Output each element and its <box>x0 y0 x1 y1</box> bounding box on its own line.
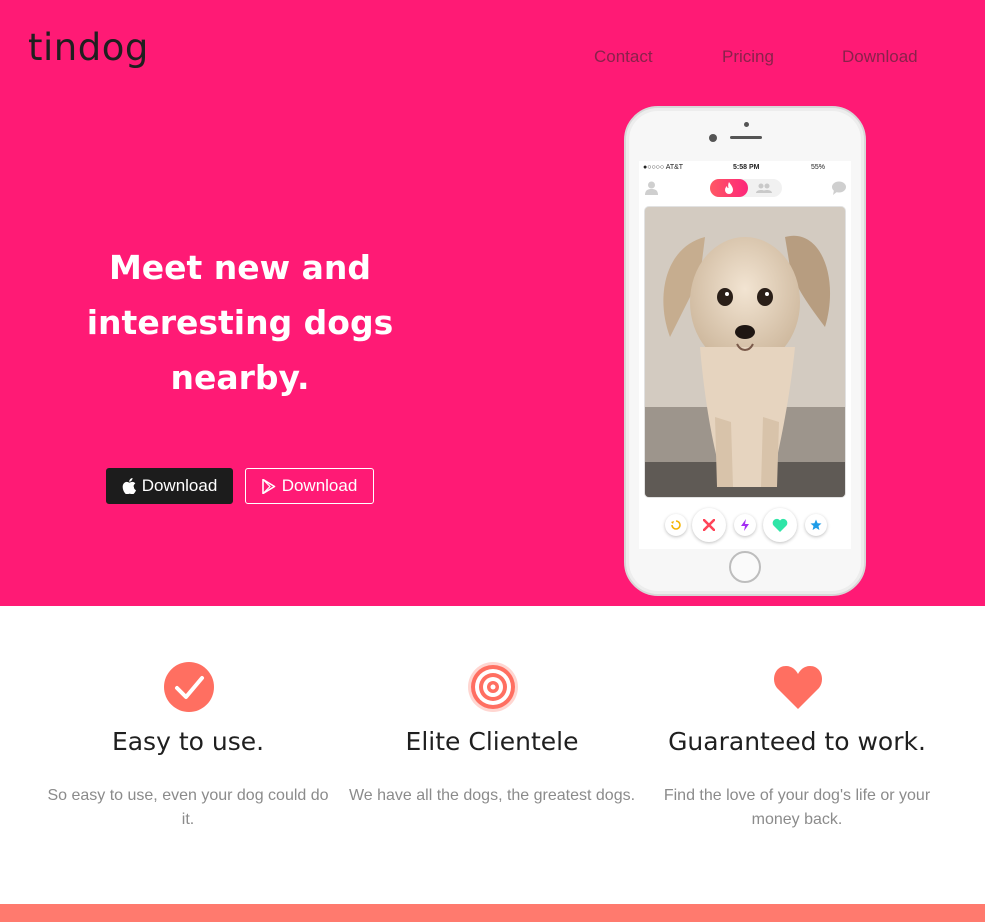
brand-logo[interactable]: tindog <box>28 26 149 69</box>
google-play-download-button[interactable]: Download <box>245 468 374 504</box>
google-play-icon <box>261 478 276 494</box>
phone-sensor <box>744 122 749 127</box>
status-bar: ●○○○○ AT&T 5:58 PM 55% <box>639 161 851 175</box>
feature-title: Elite Clientele <box>405 727 579 756</box>
checkmark-circle-icon <box>163 661 215 713</box>
button-label: Download <box>141 476 218 495</box>
carrier-label: ●○○○○ AT&T <box>643 164 684 171</box>
dog-photo <box>645 207 845 497</box>
phone-speaker <box>730 136 762 139</box>
mode-toggle <box>710 179 782 197</box>
app-store-download-button[interactable]: Download <box>106 468 233 504</box>
next-section-band <box>0 904 985 922</box>
phone-home-button <box>729 551 761 583</box>
chat-icon <box>831 180 847 199</box>
boost-bolt-icon <box>734 514 756 536</box>
hero-headline: Meet new and interesting dogs nearby. <box>50 240 430 405</box>
headline-line: nearby. <box>170 358 310 397</box>
bullseye-target-icon <box>467 661 519 713</box>
nav-link-pricing[interactable]: Pricing <box>722 47 774 67</box>
toggle-active <box>710 179 748 197</box>
feature-description: We have all the dogs, the greatest dogs. <box>348 787 636 804</box>
rewind-icon <box>665 514 687 536</box>
swipe-actions <box>639 506 851 542</box>
nav-link-contact[interactable]: Contact <box>594 47 653 67</box>
dog-photo-card <box>644 206 846 498</box>
feature-title: Easy to use. <box>111 727 265 756</box>
battery-label: 55% <box>811 164 826 171</box>
button-label: Download <box>281 476 358 495</box>
super-like-star-icon <box>805 514 827 536</box>
apple-icon <box>122 478 136 494</box>
feature-description: So easy to use, even your dog could do i… <box>47 787 329 828</box>
nope-x-icon <box>692 508 726 542</box>
headline-line: Meet new and <box>108 248 372 287</box>
phone-screen: ●○○○○ AT&T 5:58 PM 55% <box>639 161 851 549</box>
like-heart-icon <box>763 508 797 542</box>
phone-mockup: ●○○○○ AT&T 5:58 PM 55% <box>624 106 866 596</box>
hero-section: tindog Contact Pricing Download Meet new… <box>0 0 985 606</box>
clock-label: 5:58 PM <box>733 164 760 171</box>
heart-icon <box>772 661 824 713</box>
app-topbar <box>639 175 851 205</box>
headline-line: interesting dogs <box>86 303 394 342</box>
feature-title: Guaranteed to work. <box>668 727 926 756</box>
profile-icon <box>645 180 658 199</box>
phone-camera <box>709 134 717 142</box>
feature-description: Find the love of your dog's life or your… <box>663 787 931 828</box>
group-icon <box>756 183 772 193</box>
nav-link-download[interactable]: Download <box>842 47 918 67</box>
features-section: Easy to use. So easy to use, even your d… <box>0 606 985 904</box>
flame-icon <box>725 182 733 194</box>
